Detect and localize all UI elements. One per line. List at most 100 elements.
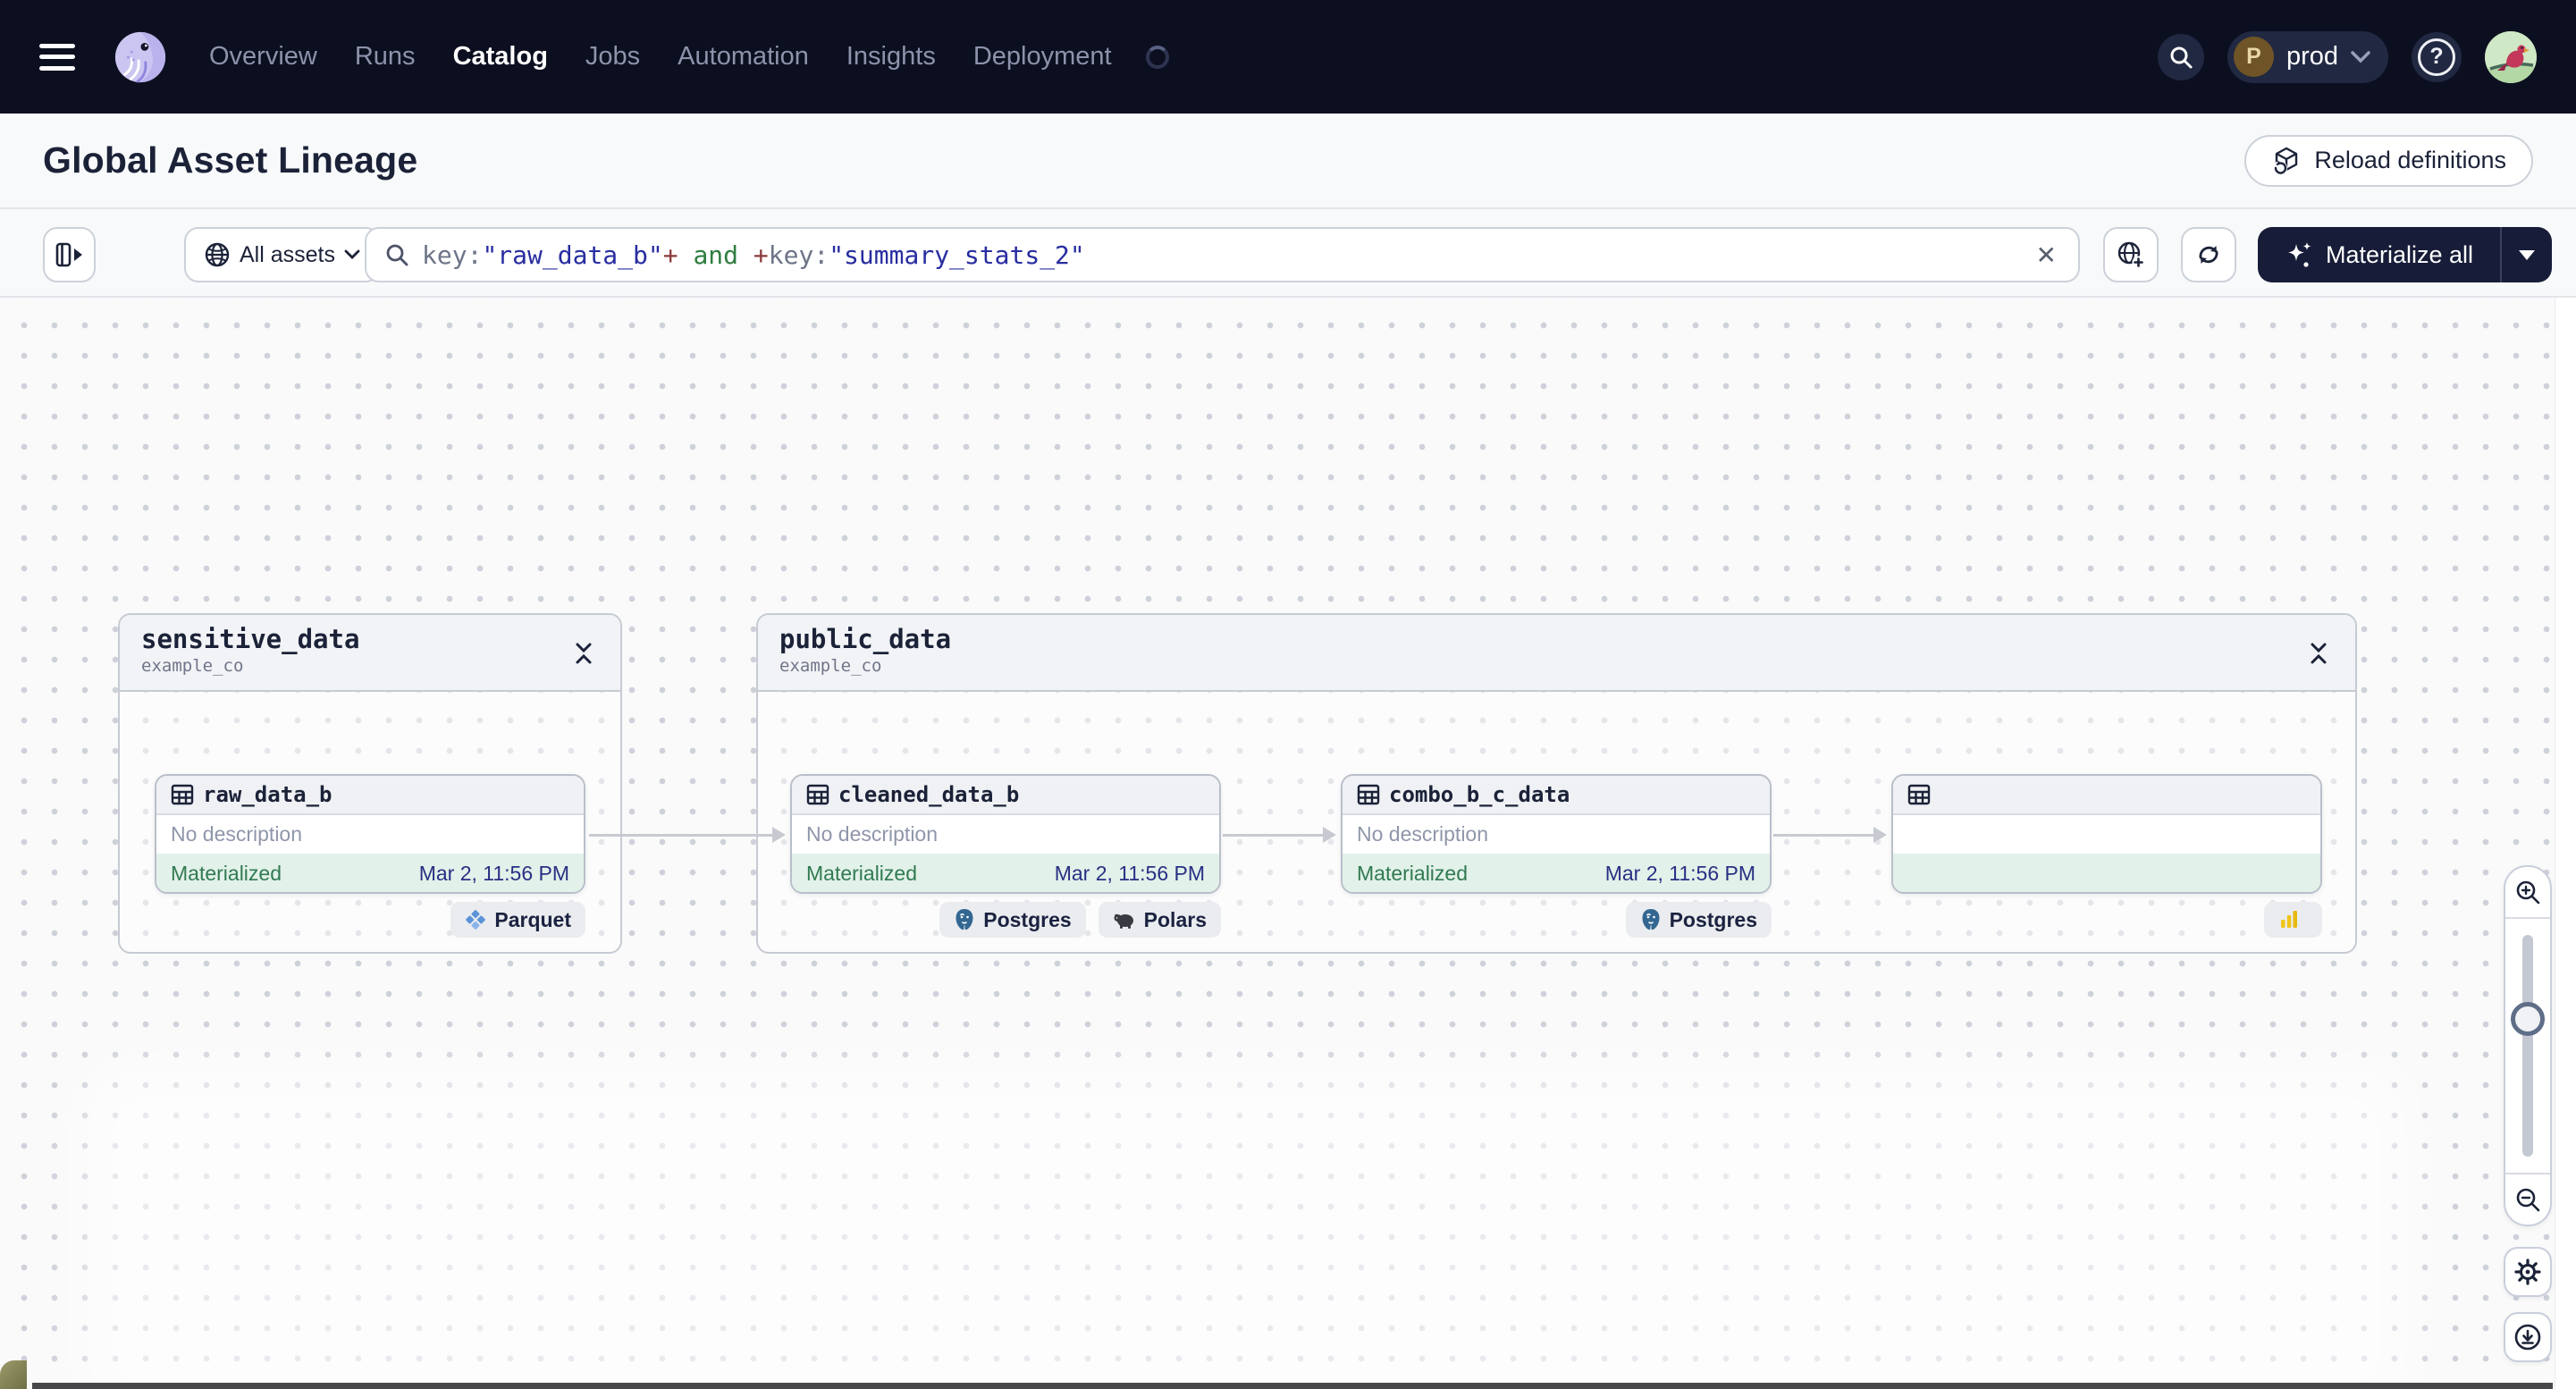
nav-item-runs[interactable]: Runs [355, 42, 416, 72]
lineage-edge [1223, 827, 1336, 843]
dagster-app: Overview Runs Catalog Jobs Automation In… [0, 0, 2576, 1389]
title-bar: Global Asset Lineage Reload definitions [0, 114, 2576, 209]
asset-card-header: combo_b_c_data [1343, 776, 1770, 815]
kind-tag-parquet[interactable]: Parquet [450, 902, 585, 938]
status-badge: Materialized [171, 862, 282, 885]
group-name: sensitive_data [141, 624, 360, 654]
nav-right: P prod ? [2157, 30, 2537, 83]
download-image-button[interactable] [2504, 1312, 2552, 1362]
postgres-icon [1642, 909, 1660, 930]
kind-tags-cleaned-data-b: Postgres Polars [790, 902, 1221, 938]
materialize-options-button[interactable] [2500, 227, 2552, 282]
nav-item-jobs[interactable]: Jobs [585, 42, 640, 72]
group-name: public_data [779, 624, 952, 654]
gear-icon [2514, 1259, 2541, 1285]
asset-card-header [1893, 776, 2320, 815]
group-header: sensitive_data example_co [120, 615, 620, 692]
user-avatar[interactable] [2485, 30, 2537, 83]
asset-node-cleaned-data-b[interactable]: cleaned_data_b No description Materializ… [790, 774, 1221, 894]
kind-tag-postgres[interactable]: Postgres [939, 902, 1086, 938]
nav-item-deployment[interactable]: Deployment [973, 42, 1112, 72]
kind-tag-label: Postgres [1669, 907, 1757, 931]
refresh-icon [2199, 246, 2218, 264]
reload-definitions-icon [2273, 147, 2298, 175]
materialization-timestamp: Mar 2, 11:56 PM [1604, 862, 1755, 885]
table-icon [1907, 784, 1931, 805]
nav-item-automation[interactable]: Automation [678, 42, 809, 72]
reload-definitions-label: Reload definitions [2314, 147, 2506, 173]
add-scope-button[interactable] [2103, 227, 2159, 282]
kind-tag-powerbi[interactable] [2264, 902, 2322, 938]
canvas-highlight-region [80, 1064, 2413, 1389]
collapse-vertical-icon [576, 643, 592, 664]
asset-node-raw-data-b[interactable]: raw_data_b No description Materialized M… [155, 774, 585, 894]
table-icon [806, 784, 829, 805]
asset-description: No description [171, 822, 303, 846]
postgres-icon [955, 909, 973, 930]
collapse-group-button[interactable] [567, 636, 601, 670]
zoom-out-icon [2516, 1188, 2540, 1212]
query-token: "summary_stats_2" [829, 240, 1085, 270]
download-icon [2514, 1324, 2541, 1351]
deployment-avatar: P [2233, 37, 2274, 77]
clear-search-button[interactable]: ✕ [2033, 240, 2060, 270]
asset-node-summary-stats-2[interactable] [1891, 774, 2322, 894]
panel-expand-icon [55, 242, 82, 267]
zoom-slider-track[interactable] [2522, 935, 2533, 1157]
materialization-timestamp: Mar 2, 11:56 PM [1054, 862, 1205, 885]
kind-tag-polars[interactable]: Polars [1098, 902, 1221, 938]
minimap-corner [0, 1360, 27, 1389]
deployment-label: prod [2286, 42, 2338, 71]
scrollbar-track[interactable] [2555, 298, 2576, 1389]
zoom-control [2504, 865, 2552, 1226]
zoom-slider-thumb[interactable] [2511, 1002, 2545, 1036]
lineage-canvas[interactable]: sensitive_data example_co public_data ex… [0, 298, 2576, 1389]
asset-scope-dropdown[interactable]: All assets [184, 227, 380, 282]
collapse-vertical-icon [2311, 643, 2327, 664]
lineage-edge [589, 827, 786, 843]
graph-settings-button[interactable] [2504, 1247, 2552, 1297]
kind-tags-raw-data-b: Parquet [155, 902, 585, 938]
chevron-down-icon [344, 249, 360, 259]
zoom-out-button[interactable] [2505, 1173, 2550, 1225]
asset-card-header: raw_data_b [156, 776, 584, 815]
collapse-group-button[interactable] [2302, 636, 2336, 670]
status-badge: Materialized [806, 862, 917, 885]
help-button[interactable]: ? [2412, 31, 2462, 82]
nav-search-button[interactable] [2157, 33, 2204, 80]
hamburger-menu-button[interactable] [39, 43, 75, 71]
materialize-all-button[interactable]: Materialize all [2258, 227, 2500, 282]
nav-item-overview[interactable]: Overview [209, 42, 317, 72]
kind-tag-postgres[interactable]: Postgres [1625, 902, 1772, 938]
cardinal-bird-avatar-icon [2485, 30, 2537, 83]
asset-node-combo-b-c-data[interactable]: combo_b_c_data No description Materializ… [1341, 774, 1772, 894]
query-token: and [678, 240, 753, 270]
query-token: key: [422, 240, 483, 270]
reload-definitions-button[interactable]: Reload definitions [2244, 134, 2533, 187]
search-icon [386, 244, 408, 266]
open-sidebar-panel-button[interactable] [43, 227, 96, 282]
refresh-graph-button[interactable] [2181, 227, 2236, 282]
query-token: + [753, 240, 769, 270]
zoom-in-button[interactable] [2505, 867, 2550, 919]
asset-status-row [1893, 854, 2320, 892]
query-token: + [662, 240, 678, 270]
nav-item-insights[interactable]: Insights [846, 42, 936, 72]
table-icon [171, 784, 194, 805]
octopus-logo-icon [114, 31, 166, 83]
status-badge: Materialized [1357, 862, 1468, 885]
zoom-slider[interactable] [2505, 919, 2550, 1173]
nav-item-catalog[interactable]: Catalog [453, 42, 548, 72]
deployment-switcher[interactable]: P prod [2227, 30, 2388, 83]
group-header: public_data example_co [758, 615, 2355, 692]
polars-icon [1114, 913, 1133, 929]
page-title: Global Asset Lineage [43, 139, 418, 181]
materialize-all-label: Materialize all [2325, 240, 2474, 268]
zoom-in-icon [2516, 880, 2540, 905]
dagster-logo[interactable] [113, 29, 168, 85]
kind-tags-combo-b-c-data: Postgres [1341, 902, 1772, 938]
asset-scope-label: All assets [240, 241, 335, 267]
asset-search-input[interactable]: key:"raw_data_b"+ and +key:"summary_stat… [365, 227, 2080, 282]
table-icon [1357, 784, 1380, 805]
kind-tag-label: Polars [1143, 907, 1207, 931]
